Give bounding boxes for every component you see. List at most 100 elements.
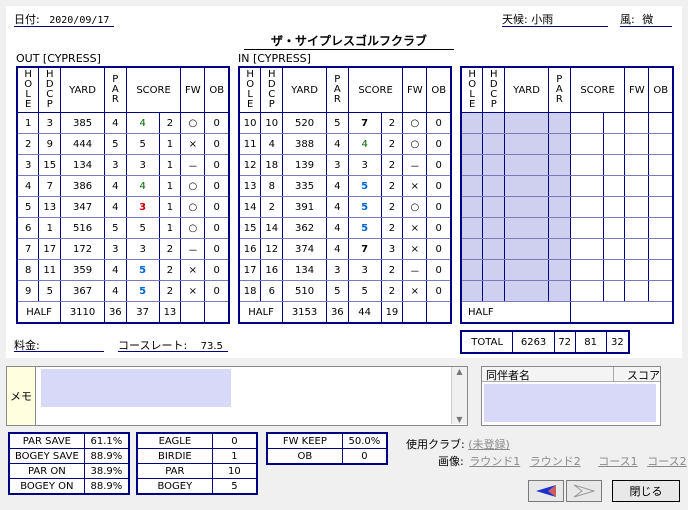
empty-cell[interactable] [569, 259, 604, 281]
empty-cell[interactable] [602, 196, 626, 218]
empty-cell[interactable] [602, 175, 626, 197]
hole-score[interactable]: 5 [347, 217, 382, 239]
empty-cell[interactable] [602, 259, 626, 281]
hole-putt[interactable]: 2 [380, 217, 404, 239]
hole-ob[interactable]: 0 [426, 196, 452, 218]
hole-score[interactable]: 5 [347, 280, 382, 302]
empty-cell[interactable] [624, 154, 650, 176]
hole-putt[interactable]: 1 [158, 175, 182, 197]
close-button[interactable]: 閉じる [612, 480, 680, 502]
hole-ob[interactable]: 0 [204, 112, 230, 134]
companion-score-header[interactable]: スコア [614, 367, 660, 382]
hole-ob[interactable]: 0 [426, 280, 452, 302]
memo-scrollbar[interactable]: ▲ ▼ [451, 367, 467, 424]
hole-fw[interactable]: － [180, 154, 206, 176]
hole-score[interactable]: 4 [125, 112, 160, 134]
hole-ob[interactable]: 0 [204, 280, 230, 302]
hole-putt[interactable]: 2 [380, 154, 404, 176]
empty-cell[interactable] [602, 217, 626, 239]
empty-cell[interactable] [648, 175, 674, 197]
empty-cell[interactable] [624, 133, 650, 155]
hole-fw[interactable]: × [180, 133, 206, 155]
hole-ob[interactable]: 0 [204, 133, 230, 155]
empty-cell[interactable] [648, 112, 674, 134]
empty-cell[interactable] [624, 217, 650, 239]
empty-cell[interactable] [648, 154, 674, 176]
memo-input[interactable] [41, 369, 231, 407]
hole-score[interactable]: 5 [125, 217, 160, 239]
hole-score[interactable]: 7 [347, 112, 382, 134]
hole-putt[interactable]: 2 [380, 112, 404, 134]
hole-score[interactable]: 5 [125, 259, 160, 281]
empty-cell[interactable] [624, 112, 650, 134]
scroll-down-icon[interactable]: ▼ [452, 415, 467, 424]
hole-putt[interactable]: 2 [158, 238, 182, 260]
hole-ob[interactable]: 0 [426, 133, 452, 155]
empty-cell[interactable] [624, 196, 650, 218]
hole-ob[interactable]: 0 [204, 259, 230, 281]
hole-ob[interactable]: 0 [204, 154, 230, 176]
hole-score[interactable]: 7 [347, 238, 382, 260]
hole-putt[interactable]: 2 [380, 259, 404, 281]
hole-fw[interactable]: ○ [402, 112, 428, 134]
empty-cell[interactable] [624, 238, 650, 260]
hole-putt[interactable]: 1 [158, 196, 182, 218]
hole-fw[interactable]: × [402, 238, 428, 260]
hole-ob[interactable]: 0 [426, 154, 452, 176]
hole-putt[interactable]: 2 [380, 196, 404, 218]
image-course2-link[interactable]: コース2 [647, 455, 686, 468]
empty-cell[interactable] [624, 259, 650, 281]
hole-ob[interactable]: 0 [204, 238, 230, 260]
hole-putt[interactable]: 2 [380, 175, 404, 197]
hole-putt[interactable]: 1 [158, 217, 182, 239]
hole-fw[interactable]: × [402, 175, 428, 197]
hole-putt[interactable]: 2 [380, 133, 404, 155]
hole-putt[interactable]: 3 [380, 238, 404, 260]
hole-fw[interactable]: ○ [180, 112, 206, 134]
hole-score[interactable]: 3 [347, 154, 382, 176]
hole-ob[interactable]: 0 [426, 238, 452, 260]
empty-cell[interactable] [602, 133, 626, 155]
empty-cell[interactable] [569, 112, 604, 134]
empty-cell[interactable] [648, 238, 674, 260]
hole-fw[interactable]: － [402, 259, 428, 281]
empty-cell[interactable] [648, 259, 674, 281]
hole-score[interactable]: 5 [347, 175, 382, 197]
hole-fw[interactable]: ○ [180, 217, 206, 239]
empty-cell[interactable] [648, 217, 674, 239]
empty-cell[interactable] [648, 280, 674, 302]
hole-score[interactable]: 5 [125, 133, 160, 155]
empty-cell[interactable] [569, 133, 604, 155]
empty-cell[interactable] [602, 112, 626, 134]
hole-fw[interactable]: ○ [180, 196, 206, 218]
hole-fw[interactable]: － [402, 154, 428, 176]
hole-ob[interactable]: 0 [204, 175, 230, 197]
hole-putt[interactable]: 2 [158, 259, 182, 281]
empty-cell[interactable] [648, 196, 674, 218]
hole-ob[interactable]: 0 [426, 112, 452, 134]
empty-cell[interactable] [602, 154, 626, 176]
hole-score[interactable]: 3 [125, 196, 160, 218]
hole-ob[interactable]: 0 [426, 175, 452, 197]
hole-fw[interactable]: － [180, 238, 206, 260]
hole-score[interactable]: 5 [347, 196, 382, 218]
hole-putt[interactable]: 2 [158, 280, 182, 302]
empty-cell[interactable] [648, 133, 674, 155]
hole-ob[interactable]: 0 [204, 196, 230, 218]
empty-cell[interactable] [602, 238, 626, 260]
hole-score[interactable]: 5 [125, 280, 160, 302]
hole-score[interactable]: 4 [347, 133, 382, 155]
companion-list[interactable]: 同伴者名 スコア [481, 366, 661, 426]
empty-cell[interactable] [569, 238, 604, 260]
empty-cell[interactable] [569, 196, 604, 218]
hole-ob[interactable]: 0 [426, 259, 452, 281]
hole-score[interactable]: 3 [347, 259, 382, 281]
club-link[interactable]: (未登録) [468, 438, 510, 451]
companion-rows[interactable] [484, 384, 656, 422]
empty-cell[interactable] [602, 280, 626, 302]
image-course1-link[interactable]: コース1 [598, 455, 637, 468]
hole-putt[interactable]: 2 [380, 280, 404, 302]
empty-cell[interactable] [569, 175, 604, 197]
hole-fw[interactable]: × [402, 217, 428, 239]
hole-fw[interactable]: × [180, 280, 206, 302]
